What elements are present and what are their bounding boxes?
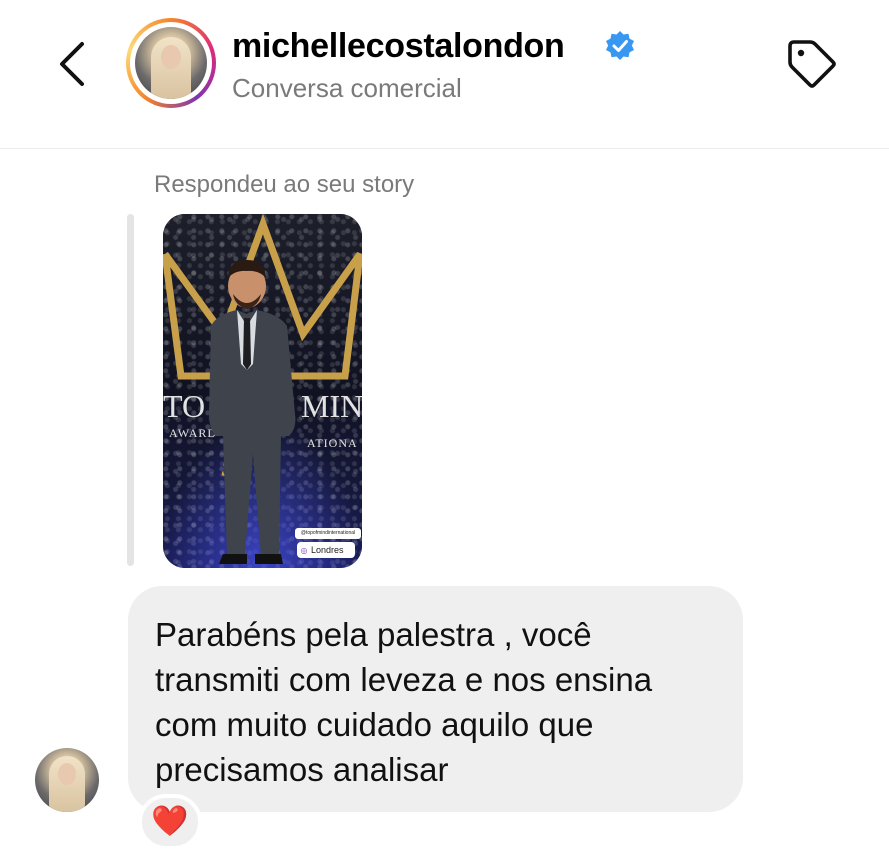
verified-badge-icon <box>606 31 634 60</box>
story-mention-sticker: @topofmindinternational <box>295 528 361 539</box>
story-preview[interactable]: TO MIN AWARD ATIONA Sy @topofmindinterna… <box>163 214 362 568</box>
message-line: precisamos analisar <box>155 751 449 788</box>
chevron-left-icon <box>60 42 84 86</box>
story-reply-label: Respondeu ao seu story <box>154 171 415 198</box>
avatar-photo <box>135 27 207 99</box>
conversation-type: Conversa comercial <box>232 73 462 103</box>
label-button[interactable] <box>784 36 840 92</box>
tag-icon <box>788 40 836 88</box>
message-line: Parabéns pela palestra , você <box>155 616 592 653</box>
location-pin-icon: ◎ <box>300 546 308 555</box>
location-label: Londres <box>311 545 344 555</box>
story-location-sticker: ◎ Londres <box>297 542 355 558</box>
speaker-figure <box>209 260 296 564</box>
message-line: com muito cuidado aquilo que <box>155 706 594 743</box>
username[interactable]: michellecostalondon <box>232 26 565 66</box>
message-line: transmiti com leveza e nos ensina <box>155 661 653 698</box>
heart-reaction[interactable]: ❤️ <box>138 794 202 850</box>
sender-avatar[interactable] <box>35 748 99 812</box>
message-bubble[interactable]: Parabéns pela palestra , você transmiti … <box>128 586 743 812</box>
reply-quote-bar <box>127 214 134 566</box>
chat-header: michellecostalondon Conversa comercial <box>0 0 889 149</box>
heart-icon: ❤️ <box>151 805 189 838</box>
back-button[interactable] <box>50 36 98 92</box>
profile-avatar[interactable] <box>126 18 216 108</box>
